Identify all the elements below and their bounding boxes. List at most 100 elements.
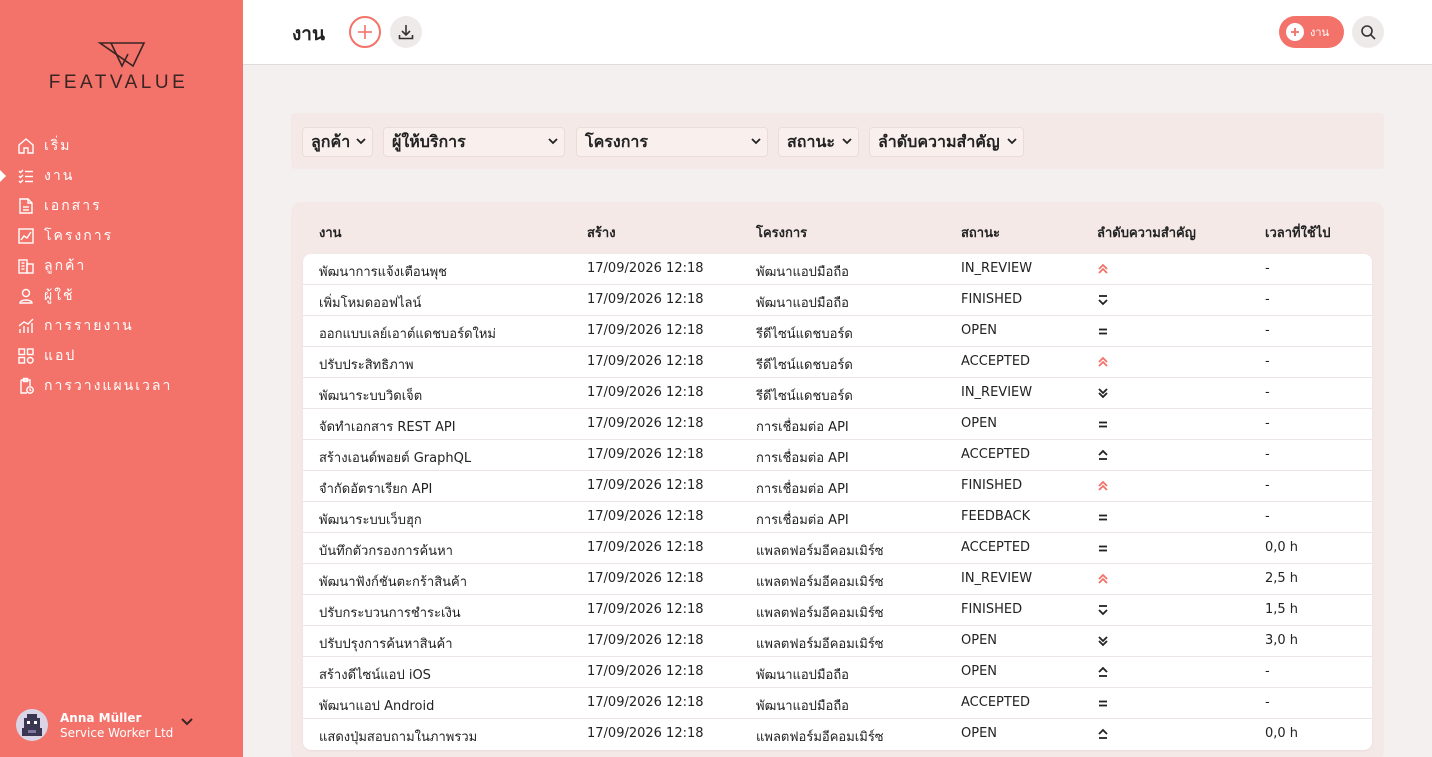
table-row[interactable]: เพิ่มโหมดออฟไลน์ 17/09/2026 12:18 พัฒนาแอป… xyxy=(303,285,1372,316)
logo[interactable]: FEATVALUE xyxy=(0,40,243,94)
table-row[interactable]: แสดงปุ่มสอบถามในภาพรวม 17/09/2026 12:18 แพ… xyxy=(303,719,1372,750)
filter-status[interactable]: สถานะ xyxy=(778,127,859,157)
cell-task: ปรับประสิทธิภาพ xyxy=(319,358,414,373)
table-row[interactable]: จำกัดอัตราเรียก API 17/09/2026 12:18 การเช… xyxy=(303,471,1372,502)
report-icon xyxy=(18,318,34,333)
table-row[interactable]: บันทึกตัวกรองการค้นหา 17/09/2026 12:18 แพล… xyxy=(303,533,1372,564)
cell-created: 17/09/2026 12:18 xyxy=(587,478,704,493)
apps-icon xyxy=(18,348,34,364)
cell-created: 17/09/2026 12:18 xyxy=(587,571,704,586)
cell-status: ACCEPTED xyxy=(961,447,1031,462)
priority-medium-icon xyxy=(1099,545,1107,552)
sidebar-nav: เริ่ม งาน เอกสาร โครงการ ลูกค้า ผู้ใช้ ก… xyxy=(0,131,243,401)
filter-customer[interactable]: ลูกค้า xyxy=(302,127,373,157)
search-button[interactable] xyxy=(1352,16,1384,48)
filter-label: โครงการ xyxy=(585,131,648,151)
column-header-project[interactable]: โครงการ xyxy=(756,222,807,243)
cell-task: ปรับปรุงการค้นหาสินค้า xyxy=(319,637,453,652)
cell-project: พัฒนาแอปมือถือ xyxy=(756,699,849,714)
cell-status: ACCEPTED xyxy=(961,540,1031,555)
cell-task: พัฒนาการแจ้งเตือนพุช xyxy=(319,265,447,280)
table-row[interactable]: พัฒนาระบบวิดเจ็ต 17/09/2026 12:18 รีดีไซน์… xyxy=(303,378,1372,409)
cell-time-spent: 2,5 h xyxy=(1265,571,1299,586)
user-menu[interactable]: Anna Müller Service Worker Ltd xyxy=(16,709,193,741)
sidebar-item-customers[interactable]: ลูกค้า xyxy=(0,251,243,281)
sidebar-item-tasks[interactable]: งาน xyxy=(0,161,243,191)
plus-icon xyxy=(1286,23,1304,41)
cell-created: 17/09/2026 12:18 xyxy=(587,633,704,648)
logo-mark-icon xyxy=(96,42,145,68)
sidebar-item-users[interactable]: ผู้ใช้ xyxy=(0,281,243,311)
cell-created: 17/09/2026 12:18 xyxy=(587,416,704,431)
chevron-down-icon xyxy=(1007,138,1017,145)
cell-project: แพลตฟอร์มอีคอมเมิร์ซ xyxy=(756,606,884,621)
priority-medium-icon xyxy=(1099,514,1107,521)
filter-label: ลูกค้า xyxy=(311,131,351,151)
sidebar-item-label: การรายงาน xyxy=(44,318,134,334)
new-task-button[interactable]: งาน xyxy=(1279,16,1344,48)
cell-project: พัฒนาแอปมือถือ xyxy=(756,668,849,683)
cell-status: ACCEPTED xyxy=(961,354,1031,369)
chart-icon xyxy=(18,228,34,244)
cell-created: 17/09/2026 12:18 xyxy=(587,695,704,710)
avatar xyxy=(16,709,48,741)
sidebar-item-apps[interactable]: แอป xyxy=(0,341,243,371)
app-root: FEATVALUE เริ่ม งาน เอกสาร โครงการ ลูกค้… xyxy=(0,0,1432,757)
cell-task: สร้างดีไซน์แอป iOS xyxy=(319,668,431,683)
table-row[interactable]: ออกแบบเลย์เอาต์แดชบอร์ดใหม่ 17/09/2026 12… xyxy=(303,316,1372,347)
priority-high-icon xyxy=(1098,449,1108,460)
priority-highest-icon xyxy=(1098,480,1108,491)
table-row[interactable]: พัฒนาระบบเว็บฮุก 17/09/2026 12:18 การเชื่อ… xyxy=(303,502,1372,533)
table-row[interactable]: จัดทำเอกสาร REST API 17/09/2026 12:18 การเ… xyxy=(303,409,1372,440)
sidebar-item-time-planning[interactable]: การวางแผนเวลา xyxy=(0,371,243,401)
sidebar-item-projects[interactable]: โครงการ xyxy=(0,221,243,251)
filter-project[interactable]: โครงการ xyxy=(576,127,768,157)
cell-created: 17/09/2026 12:18 xyxy=(587,447,704,462)
sidebar-item-home[interactable]: เริ่ม xyxy=(0,131,243,161)
cell-created: 17/09/2026 12:18 xyxy=(587,509,704,524)
sidebar-item-reports[interactable]: การรายงาน xyxy=(0,311,243,341)
cell-status: ACCEPTED xyxy=(961,695,1031,710)
add-task-button[interactable] xyxy=(349,16,381,48)
download-button[interactable] xyxy=(390,16,422,48)
priority-lowest-icon xyxy=(1098,636,1108,647)
cell-status: OPEN xyxy=(961,416,998,431)
sidebar-item-label: เริ่ม xyxy=(44,138,72,154)
table-row[interactable]: ปรับปรุงการค้นหาสินค้า 17/09/2026 12:18 แพ… xyxy=(303,626,1372,657)
cell-project: พัฒนาแอปมือถือ xyxy=(756,296,849,311)
table-row[interactable]: ปรับประสิทธิภาพ 17/09/2026 12:18 รีดีไซน์แ… xyxy=(303,347,1372,378)
cell-time-spent: - xyxy=(1265,416,1270,431)
cell-created: 17/09/2026 12:18 xyxy=(587,726,704,741)
filter-label: ลำดับความสำคัญ xyxy=(878,131,1000,151)
sidebar-item-documents[interactable]: เอกสาร xyxy=(0,191,243,221)
avatar-pixel-icon xyxy=(22,714,42,736)
cell-task: สร้างเอนด์พอยต์ GraphQL xyxy=(319,451,472,466)
column-header-created[interactable]: สร้าง xyxy=(587,222,616,243)
column-header-priority[interactable]: ลำดับความสำคัญ xyxy=(1097,222,1196,243)
filter-bar: ลูกค้า ผู้ให้บริการ โครงการ สถานะ ลำดับค… xyxy=(291,113,1384,169)
column-header-task[interactable]: งาน xyxy=(319,222,342,243)
cell-status: IN_REVIEW xyxy=(961,571,1033,586)
column-header-time-spent[interactable]: เวลาที่ใช้ไป xyxy=(1265,222,1331,243)
priority-highest-icon xyxy=(1098,263,1108,274)
table-row[interactable]: สร้างดีไซน์แอป iOS 17/09/2026 12:18 พัฒนาแ… xyxy=(303,657,1372,688)
table-row[interactable]: ปรับกระบวนการชำระเงิน 17/09/2026 12:18 แพล… xyxy=(303,595,1372,626)
table-row[interactable]: พัฒนาฟังก์ชันตะกร้าสินค้า 17/09/2026 12:1… xyxy=(303,564,1372,595)
cell-created: 17/09/2026 12:18 xyxy=(587,354,704,369)
chevron-down-icon[interactable] xyxy=(181,718,193,726)
cell-status: FINISHED xyxy=(961,478,1023,493)
table-row[interactable]: สร้างเอนด์พอยต์ GraphQL 17/09/2026 12:18 ก… xyxy=(303,440,1372,471)
filter-priority[interactable]: ลำดับความสำคัญ xyxy=(869,127,1024,157)
filter-provider[interactable]: ผู้ให้บริการ xyxy=(383,127,565,157)
cell-project: รีดีไซน์แดชบอร์ด xyxy=(756,327,853,342)
priority-low-icon xyxy=(1098,605,1108,616)
cell-status: FINISHED xyxy=(961,602,1023,617)
cell-task: บันทึกตัวกรองการค้นหา xyxy=(319,544,453,559)
cell-project: การเชื่อมต่อ API xyxy=(756,513,849,528)
clipboard-clock-icon xyxy=(20,377,34,394)
column-header-status[interactable]: สถานะ xyxy=(961,222,1000,243)
table-row[interactable]: พัฒนาการแจ้งเตือนพุช 17/09/2026 12:18 พัฒน… xyxy=(303,254,1372,285)
table-row[interactable]: พัฒนาแอป Android 17/09/2026 12:18 พัฒนาแอป… xyxy=(303,688,1372,719)
cell-status: OPEN xyxy=(961,633,998,648)
sidebar: FEATVALUE เริ่ม งาน เอกสาร โครงการ ลูกค้… xyxy=(0,0,243,757)
